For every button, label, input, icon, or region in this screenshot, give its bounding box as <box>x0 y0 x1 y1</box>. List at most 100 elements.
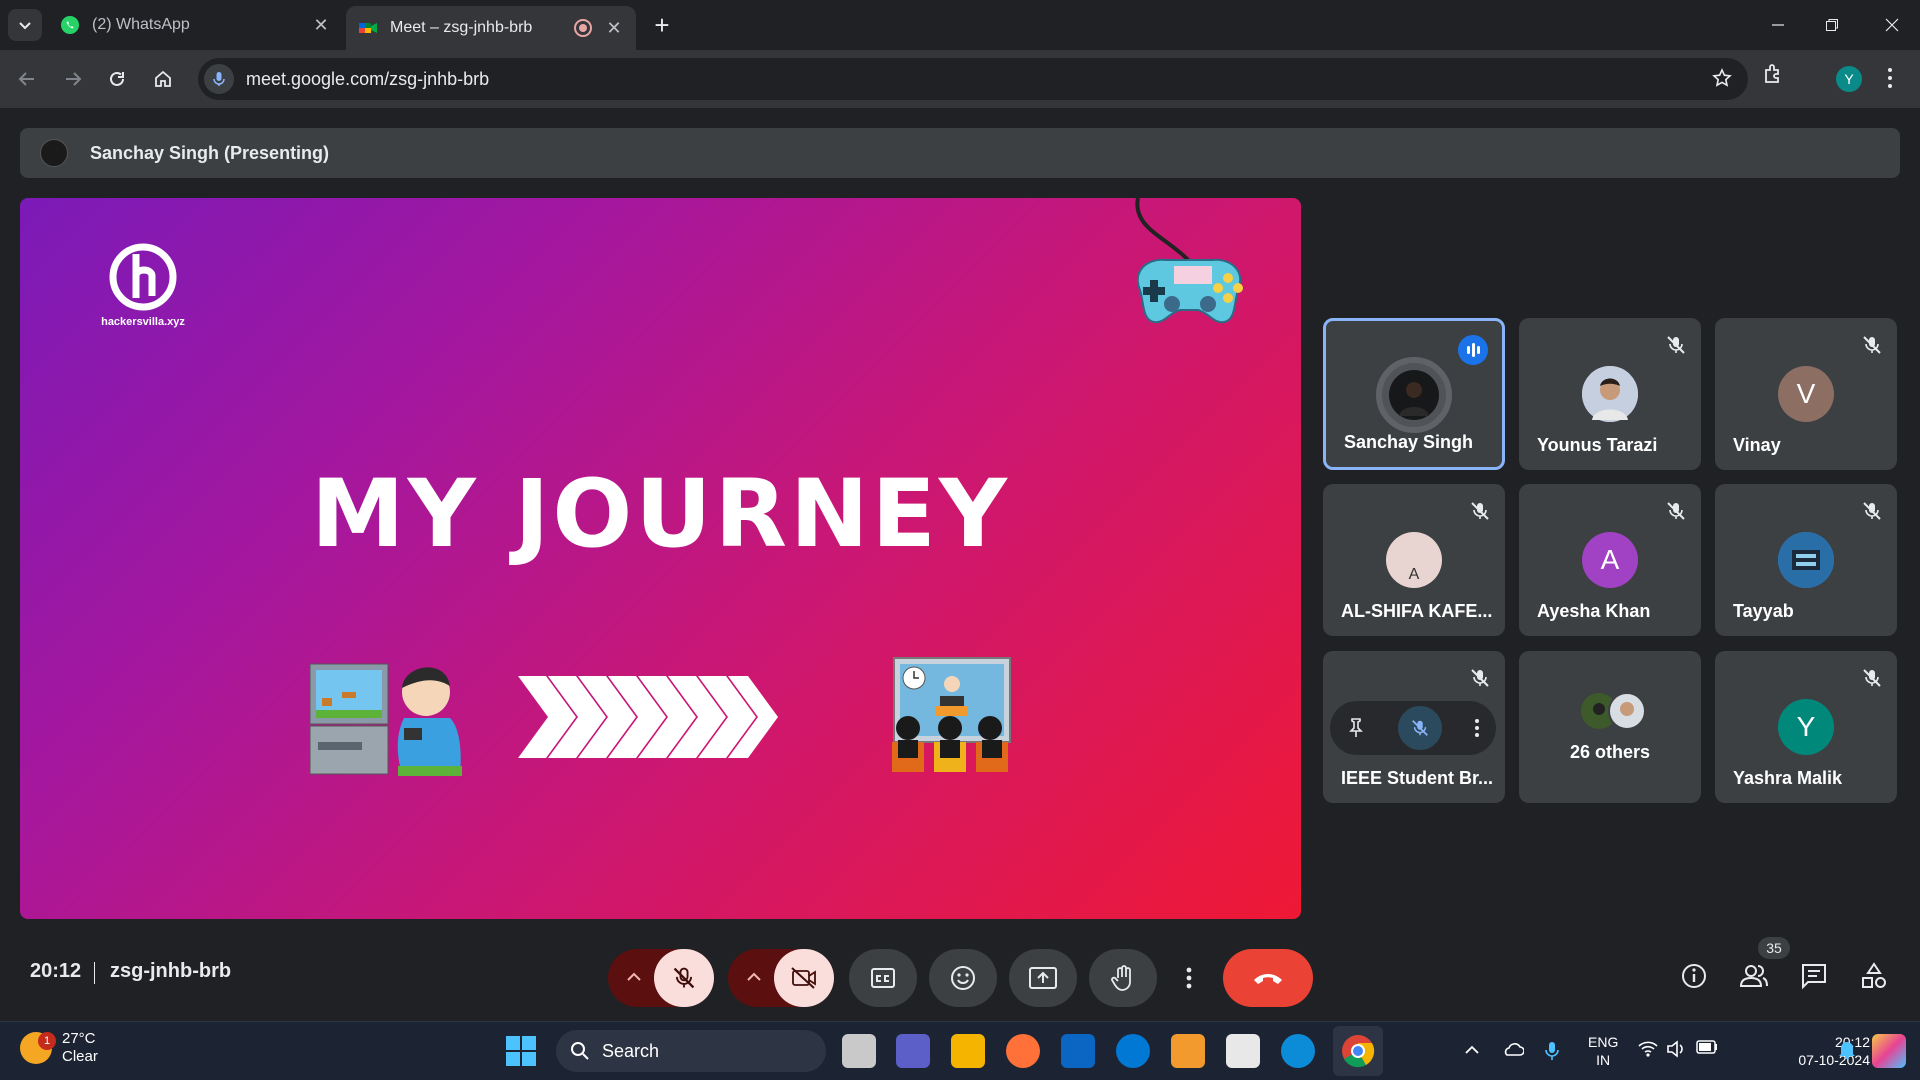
microphone-icon <box>213 72 225 86</box>
toggle-camera-button[interactable] <box>774 949 834 1007</box>
closed-captions-icon <box>871 968 895 988</box>
get-help-icon[interactable] <box>1116 1034 1150 1068</box>
home-icon <box>155 70 171 87</box>
wifi-icon[interactable] <box>1638 1040 1658 1058</box>
participant-tile[interactable]: A AL-SHIFA KAFE... <box>1323 484 1505 636</box>
chat-icon[interactable] <box>1800 962 1828 990</box>
presenter-name: Sanchay Singh (Presenting) <box>90 142 330 163</box>
tab-whatsapp[interactable]: (2) WhatsApp ✕ <box>48 6 343 44</box>
task-view-icon[interactable] <box>842 1034 876 1068</box>
calculator-app-icon[interactable] <box>1171 1034 1205 1068</box>
call-end-icon <box>1254 974 1282 984</box>
participant-tile[interactable]: Tayyab <box>1715 484 1897 636</box>
avatar: A <box>1582 532 1638 588</box>
back-button[interactable] <box>10 62 44 96</box>
chrome-taskbar-button[interactable] <box>1333 1026 1383 1076</box>
raise-hand-button[interactable] <box>1089 949 1157 1007</box>
site-info-mic-button[interactable] <box>204 64 234 94</box>
profile-photo-icon <box>1582 366 1638 422</box>
copilot-icon[interactable] <box>1872 1034 1906 1068</box>
mute-participant-button[interactable] <box>1397 706 1442 750</box>
activities-icon[interactable] <box>1860 962 1888 990</box>
volume-icon[interactable] <box>1666 1040 1686 1058</box>
system-clock[interactable]: 20:12 07-10-2024 <box>1798 1033 1870 1069</box>
restore-icon <box>1826 19 1838 31</box>
camera-off-icon <box>791 967 816 989</box>
participant-name: AL-SHIFA KAFE... <box>1341 601 1493 621</box>
captions-button[interactable] <box>849 949 917 1007</box>
arrow-right-icon <box>66 72 82 86</box>
tab-search-button[interactable] <box>8 9 42 41</box>
participant-tile[interactable]: A Ayesha Khan <box>1519 484 1701 636</box>
tab-meet[interactable]: Meet – zsg-jnhb-brb ✕ <box>346 6 636 50</box>
firefox-icon[interactable] <box>1006 1034 1040 1068</box>
input-language[interactable]: ENG IN <box>1588 1033 1618 1069</box>
participant-name: Ayesha Khan <box>1537 601 1651 621</box>
minimize-button[interactable] <box>1758 10 1798 40</box>
edge-icon[interactable] <box>1281 1034 1315 1068</box>
new-tab-button[interactable]: + <box>648 12 676 40</box>
participant-name: Younus Tarazi <box>1537 435 1658 455</box>
arrows-chevrons-icon <box>518 676 778 758</box>
participant-name: Yashra Malik <box>1733 768 1843 788</box>
recording-icon <box>574 19 592 37</box>
teams-icon[interactable] <box>896 1034 930 1068</box>
more-vert-icon[interactable] <box>1473 717 1481 739</box>
participant-tile[interactable]: Younus Tarazi <box>1519 318 1701 470</box>
video-controls <box>728 949 834 1007</box>
mic-off-icon <box>1471 502 1489 520</box>
emoji-icon <box>951 966 975 990</box>
participant-tile[interactable]: Y Yashra Malik <box>1715 651 1897 803</box>
participant-tile[interactable]: V Vinay <box>1715 318 1897 470</box>
participant-name: Tayyab <box>1733 601 1794 621</box>
profile-avatar[interactable]: Y <box>1836 66 1862 92</box>
divider <box>94 962 95 984</box>
people-icon[interactable] <box>1739 962 1769 990</box>
google-meet-icon <box>359 23 377 33</box>
close-window-button[interactable] <box>1872 10 1912 40</box>
bookmark-star-icon[interactable] <box>1712 68 1732 88</box>
leave-call-button[interactable] <box>1223 949 1313 1007</box>
avatar <box>1376 357 1452 433</box>
toggle-mic-button[interactable] <box>654 949 714 1007</box>
microphone-in-use-icon[interactable] <box>1544 1040 1560 1062</box>
notification-bell-icon[interactable] <box>1836 1038 1858 1060</box>
reload-button[interactable] <box>100 62 134 96</box>
chevron-up-icon[interactable] <box>744 967 764 987</box>
home-button[interactable] <box>146 62 180 96</box>
extensions-icon[interactable] <box>1762 62 1786 86</box>
microsoft-store-icon[interactable] <box>1226 1034 1260 1068</box>
onedrive-icon[interactable] <box>1502 1040 1524 1060</box>
file-explorer-icon[interactable] <box>951 1034 985 1068</box>
pin-icon[interactable] <box>1345 717 1367 739</box>
reactions-button[interactable] <box>929 949 997 1007</box>
info-icon[interactable] <box>1680 962 1708 990</box>
forward-button[interactable] <box>56 62 90 96</box>
more-vert-icon[interactable] <box>1880 64 1900 92</box>
weather-widget[interactable]: 1 27°C Clear <box>20 1030 98 1066</box>
moon-icon: 1 <box>20 1032 56 1064</box>
myhp-icon[interactable] <box>1061 1034 1095 1068</box>
battery-icon[interactable] <box>1696 1040 1718 1054</box>
avatar: Y <box>1778 699 1834 755</box>
meet-content: Sanchay Singh (Presenting) hackersvilla.… <box>0 108 1920 1021</box>
avatar: A <box>1386 532 1442 588</box>
participant-tile[interactable]: IEEE Student Br... <box>1323 651 1505 803</box>
address-bar[interactable]: meet.google.com/zsg-jnhb-brb <box>198 58 1748 100</box>
chevron-up-icon[interactable] <box>624 967 644 987</box>
present-screen-button[interactable] <box>1009 949 1077 1007</box>
chevron-up-icon[interactable] <box>1464 1040 1480 1060</box>
taskbar-search[interactable]: Search <box>556 1030 826 1072</box>
child-gaming-illustration <box>309 663 462 776</box>
browser-toolbar: meet.google.com/zsg-jnhb-brb Y <box>0 50 1920 108</box>
close-tab-icon[interactable]: ✕ <box>311 15 331 35</box>
restore-button[interactable] <box>1812 10 1852 40</box>
temperature: 27°C <box>62 1030 96 1047</box>
windows-taskbar: 1 27°C Clear Search ENG IN 20:12 07-10-2… <box>0 1021 1920 1080</box>
others-tile[interactable]: 26 others <box>1519 651 1701 803</box>
windows-start-icon[interactable] <box>506 1036 536 1066</box>
participant-tile[interactable]: Sanchay Singh <box>1323 318 1505 470</box>
more-options-button[interactable] <box>1169 949 1209 1007</box>
close-tab-icon[interactable]: ✕ <box>604 18 624 38</box>
language-code: ENG <box>1588 1034 1619 1050</box>
